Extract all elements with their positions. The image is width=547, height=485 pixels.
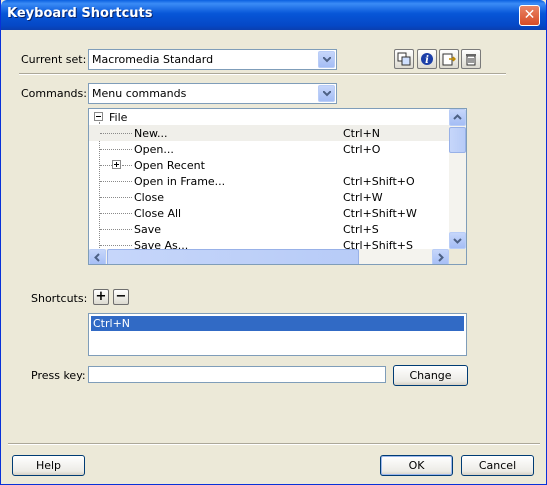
command-shortcut: Ctrl+O <box>343 143 381 156</box>
command-name: Open in Frame... <box>134 175 226 188</box>
chevron-down-icon[interactable] <box>318 85 335 102</box>
duplicate-set-button[interactable] <box>394 49 414 69</box>
command-name: Save <box>134 223 162 236</box>
scroll-down-button[interactable] <box>449 232 466 249</box>
command-name: Close <box>134 191 164 204</box>
press-key-input[interactable] <box>88 366 386 383</box>
commands-value: Menu commands <box>92 87 187 100</box>
current-set-value: Macromedia Standard <box>92 53 214 66</box>
scroll-left-button[interactable] <box>89 249 106 264</box>
collapse-icon[interactable] <box>94 112 103 121</box>
tree-row[interactable]: New... Ctrl+N <box>89 125 449 141</box>
chevron-up-icon <box>453 114 462 120</box>
tree-row[interactable]: Save Ctrl+S <box>89 221 449 237</box>
command-name: Open... <box>134 143 174 156</box>
minus-icon: − <box>115 289 127 304</box>
expand-icon[interactable] <box>112 160 121 169</box>
command-shortcut: Ctrl+S <box>343 223 379 236</box>
ok-button[interactable]: OK <box>380 455 453 476</box>
press-key-label: Press key: <box>31 369 86 382</box>
export-set-icon <box>442 53 456 66</box>
tree-row[interactable]: Open Recent <box>89 157 449 173</box>
chevron-down-icon[interactable] <box>318 51 335 68</box>
scroll-up-button[interactable] <box>449 109 466 126</box>
chevron-right-icon <box>438 253 444 262</box>
tree-row[interactable]: Open in Frame... Ctrl+Shift+O <box>89 173 449 189</box>
remove-shortcut-button[interactable]: − <box>113 289 129 305</box>
tree-row[interactable]: Close All Ctrl+Shift+W <box>89 205 449 221</box>
command-name: Close All <box>134 207 182 220</box>
title-bar[interactable]: Keyboard Shortcuts ✕ <box>1 0 546 30</box>
commands-dropdown[interactable]: Menu commands <box>88 83 337 104</box>
help-button[interactable]: Help <box>12 455 85 476</box>
scroll-corner <box>449 249 466 264</box>
vertical-scroll-thumb[interactable] <box>449 127 466 153</box>
footer-separator <box>8 443 540 445</box>
plus-icon: + <box>95 289 107 304</box>
change-button[interactable]: Change <box>393 365 468 386</box>
command-shortcut: Ctrl+W <box>343 191 383 204</box>
shortcuts-label: Shortcuts: <box>31 292 88 305</box>
command-name: Open Recent <box>134 159 205 172</box>
dialog-title: Keyboard Shortcuts <box>7 6 153 21</box>
command-shortcut: Ctrl+Shift+W <box>343 207 417 220</box>
delete-set-icon <box>466 54 476 66</box>
command-name: New... <box>134 127 168 140</box>
vertical-scrollbar[interactable] <box>449 109 466 249</box>
cancel-button[interactable]: Cancel <box>461 455 534 476</box>
command-shortcut: Ctrl+Shift+O <box>343 175 415 188</box>
tree-row[interactable]: Open... Ctrl+O <box>89 141 449 157</box>
delete-set-button[interactable] <box>461 49 481 69</box>
duplicate-set-icon <box>397 52 411 66</box>
horizontal-scrollbar[interactable] <box>89 249 449 264</box>
export-set-button[interactable] <box>439 49 459 69</box>
add-shortcut-button[interactable]: + <box>93 289 109 305</box>
separator <box>19 73 506 75</box>
horizontal-scroll-thumb[interactable] <box>107 249 359 264</box>
keyboard-shortcuts-dialog: Keyboard Shortcuts ✕ Current set: Macrom… <box>0 0 547 485</box>
rename-set-icon: i <box>421 53 433 66</box>
chevron-down-icon <box>453 238 462 244</box>
chevron-left-icon <box>94 253 100 262</box>
shortcut-list-item[interactable]: Ctrl+N <box>91 316 464 331</box>
scroll-right-button[interactable] <box>432 249 449 264</box>
shortcut-list[interactable]: Ctrl+N <box>88 313 467 356</box>
tree-row[interactable]: Close Ctrl+W <box>89 189 449 205</box>
commands-label: Commands: <box>21 87 87 100</box>
current-set-label: Current set: <box>21 53 87 66</box>
svg-text:i: i <box>425 55 429 66</box>
current-set-dropdown[interactable]: Macromedia Standard <box>88 49 337 70</box>
command-shortcut: Ctrl+N <box>343 127 381 140</box>
close-icon: ✕ <box>523 7 536 23</box>
command-tree[interactable]: File New... Ctrl+N Open... Ctrl+O Open R… <box>88 108 467 265</box>
close-button[interactable]: ✕ <box>519 5 540 26</box>
rename-set-button[interactable]: i <box>417 49 437 69</box>
tree-root-file[interactable]: File <box>89 109 449 125</box>
